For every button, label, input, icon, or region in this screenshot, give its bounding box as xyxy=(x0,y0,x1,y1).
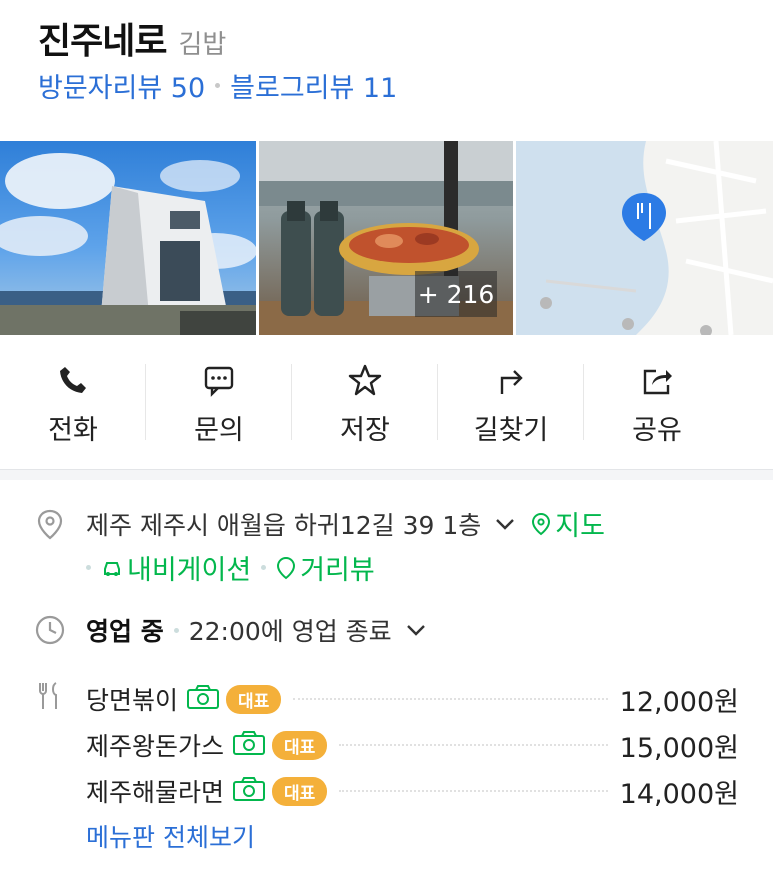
photo-strip: + 216 xyxy=(0,141,773,335)
save-label: 저장 xyxy=(340,415,390,446)
call-label: 전화 xyxy=(48,415,98,446)
menu-list: 당면볶이 대표 12,000원 제주왕돈가스 대표 15,000원 제주해물라면… xyxy=(34,676,739,814)
view-full-menu-link[interactable]: 메뉴판 전체보기 xyxy=(86,818,255,854)
navigation-label: 내비게이션 xyxy=(127,555,252,586)
separator-dot xyxy=(86,565,91,570)
action-bar: 전화 문의 저장 길찾기 공유 xyxy=(0,350,773,460)
menu-item-name: 당면볶이 xyxy=(86,686,179,715)
menu-item[interactable]: 당면볶이 대표 12,000원 xyxy=(86,676,739,722)
camera-icon xyxy=(232,730,266,760)
open-status: 영업 중 xyxy=(86,617,164,646)
directions-icon xyxy=(493,362,529,398)
signature-badge: 대표 xyxy=(226,684,282,714)
share-icon xyxy=(639,362,675,398)
directions-button[interactable]: 길찾기 xyxy=(438,350,584,460)
menu-item-price: 14,000원 xyxy=(619,778,739,810)
dotted-leader xyxy=(339,744,608,746)
photo-building[interactable] xyxy=(0,141,256,335)
street-view-label: 거리뷰 xyxy=(300,555,375,586)
place-info-card: 제주 제주시 애월읍 하귀12길 39 1층 지도 내비게이션 거리뷰 영업 중… xyxy=(0,480,773,893)
map-thumbnail-art xyxy=(516,141,773,335)
save-button[interactable]: 저장 xyxy=(292,350,438,460)
menu-item-name: 제주해물라면 xyxy=(86,778,225,807)
map-link[interactable]: 지도 xyxy=(531,504,605,543)
map-link-label: 지도 xyxy=(555,511,605,542)
place-summary-card: 진주네로 김밥 방문자리뷰 50 블로그리뷰 11 + 216 전화 문의 저장… xyxy=(0,0,773,470)
signature-badge: 대표 xyxy=(272,730,328,760)
photo-map[interactable] xyxy=(516,141,773,335)
clock-icon xyxy=(34,614,66,646)
signature-badge: 대표 xyxy=(272,776,328,806)
menu-item-price: 12,000원 xyxy=(619,686,739,718)
chevron-down-icon[interactable] xyxy=(495,517,515,531)
location-pin-icon xyxy=(34,508,66,540)
visitor-review-link[interactable]: 방문자리뷰 50 xyxy=(38,66,205,105)
more-photos-badge[interactable]: + 216 xyxy=(415,271,497,317)
chevron-down-icon[interactable] xyxy=(406,623,426,637)
street-view-pin-icon xyxy=(277,556,296,579)
share-button[interactable]: 공유 xyxy=(584,350,730,460)
address-text: 제주 제주시 애월읍 하귀12길 39 1층 xyxy=(86,510,482,540)
dotted-leader xyxy=(293,698,608,700)
star-icon xyxy=(347,362,383,398)
camera-icon xyxy=(232,776,266,806)
place-title[interactable]: 진주네로 xyxy=(38,12,167,64)
street-view-link[interactable]: 거리뷰 xyxy=(276,548,375,587)
menu-item-price: 15,000원 xyxy=(619,732,739,764)
hours-row: 영업 중 22:00에 영업 종료 xyxy=(34,612,426,648)
review-row: 방문자리뷰 50 블로그리뷰 11 xyxy=(38,66,397,105)
share-label: 공유 xyxy=(632,415,682,446)
building-photo-art xyxy=(0,153,256,335)
photo-food[interactable]: + 216 xyxy=(259,141,513,335)
directions-label: 길찾기 xyxy=(473,415,549,446)
menu-item-name: 제주왕돈가스 xyxy=(86,732,225,761)
inquiry-button[interactable]: 문의 xyxy=(146,350,292,460)
car-icon xyxy=(104,561,120,576)
chat-icon xyxy=(201,362,237,398)
address-row: 제주 제주시 애월읍 하귀12길 39 1층 지도 xyxy=(34,504,605,543)
separator-dot xyxy=(215,83,221,88)
blog-review-link[interactable]: 블로그리뷰 11 xyxy=(230,66,397,105)
separator-dot xyxy=(261,565,267,570)
phone-icon xyxy=(55,362,91,398)
inquiry-label: 문의 xyxy=(194,415,244,446)
separator-dot xyxy=(173,627,179,633)
address-links-row: 내비게이션 거리뷰 xyxy=(86,548,375,587)
camera-icon xyxy=(186,684,220,714)
utensils-icon xyxy=(34,680,66,712)
menu-item[interactable]: 제주왕돈가스 대표 15,000원 xyxy=(86,722,739,768)
title-row: 진주네로 김밥 xyxy=(38,12,226,64)
call-button[interactable]: 전화 xyxy=(0,350,146,460)
navigation-link[interactable]: 내비게이션 xyxy=(101,548,251,587)
place-category: 김밥 xyxy=(178,30,227,60)
closing-time: 22:00에 영업 종료 xyxy=(188,617,392,646)
dotted-leader xyxy=(339,790,608,792)
menu-item[interactable]: 제주해물라면 대표 14,000원 xyxy=(86,768,739,814)
map-pin-icon xyxy=(532,512,551,535)
